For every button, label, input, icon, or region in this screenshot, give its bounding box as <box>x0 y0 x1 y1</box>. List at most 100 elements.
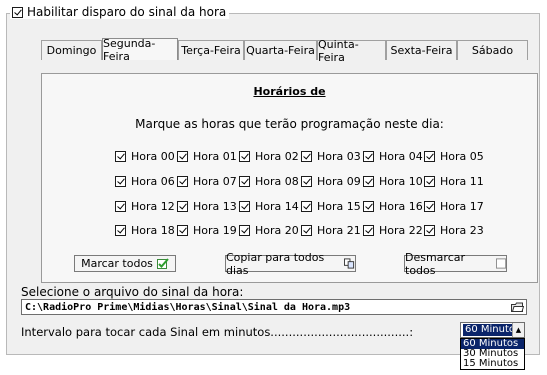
hour-label: Hora 09 <box>317 175 361 188</box>
hour-checkbox[interactable]: Hora 06 <box>115 175 175 188</box>
hour-checkbox[interactable]: Hora 00 <box>115 150 175 163</box>
tab-sexta-feira[interactable]: Sexta-Feira <box>386 40 457 60</box>
hour-checkbox[interactable]: Hora 16 <box>363 200 423 213</box>
tab-label: Quarta-Feira <box>246 44 315 57</box>
checkmark-icon <box>156 258 169 269</box>
hour-checkbox[interactable]: Hora 04 <box>363 150 423 163</box>
hour-checkbox-box[interactable] <box>177 201 188 212</box>
hour-checkbox-box[interactable] <box>424 151 435 162</box>
hour-checkbox[interactable]: Hora 12 <box>115 200 175 213</box>
empty-checkbox-icon <box>495 258 506 269</box>
hour-label: Hora 13 <box>193 200 237 213</box>
hour-checkbox-box[interactable] <box>301 225 312 236</box>
file-path-text: C:\RadioPro Prime\Midias\Horas\Sinal\Sin… <box>25 301 351 313</box>
file-path-field[interactable]: C:\RadioPro Prime\Midias\Horas\Sinal\Sin… <box>21 299 527 315</box>
enable-checkbox-box[interactable] <box>12 6 23 18</box>
panel-title: Horários de <box>253 85 326 98</box>
hour-checkbox[interactable]: Hora 05 <box>424 150 484 163</box>
tab-segunda-feira[interactable]: Segunda-Feira <box>102 36 178 63</box>
interval-dropdown-list: 60 Minutos 30 Minutos 15 Minutos <box>460 338 525 370</box>
hour-label: Hora 18 <box>131 224 175 237</box>
hour-checkbox-box[interactable] <box>363 151 374 162</box>
mark-all-button[interactable]: Marcar todos <box>74 255 176 272</box>
hour-checkbox[interactable]: Hora 22 <box>363 224 423 237</box>
hour-label: Hora 12 <box>131 200 175 213</box>
hour-checkbox[interactable]: Hora 03 <box>301 150 361 163</box>
interval-option[interactable]: 15 Minutos <box>461 359 524 369</box>
tab-terca-feira[interactable]: Terça-Feira <box>178 40 244 60</box>
hour-checkbox-box[interactable] <box>363 176 374 187</box>
copy-all-label: Copiar para todos dias <box>226 250 325 277</box>
tab-quarta-feira[interactable]: Quarta-Feira <box>244 40 317 60</box>
hour-checkbox[interactable]: Hora 18 <box>115 224 175 237</box>
unmark-all-button[interactable]: Desmarcar todos <box>404 251 507 277</box>
hour-checkbox-box[interactable] <box>239 201 250 212</box>
hour-checkbox-box[interactable] <box>424 176 435 187</box>
hour-checkbox[interactable]: Hora 10 <box>363 175 423 188</box>
hour-checkbox[interactable]: Hora 23 <box>424 224 484 237</box>
hour-checkbox-box[interactable] <box>239 225 250 236</box>
hour-checkbox-box[interactable] <box>177 225 188 236</box>
hour-checkbox-box[interactable] <box>177 151 188 162</box>
hour-label: Hora 05 <box>440 150 484 163</box>
tab-quinta-feira[interactable]: Quinta-Feira <box>317 38 386 64</box>
hour-label: Hora 22 <box>379 224 423 237</box>
hour-checkbox[interactable]: Hora 17 <box>424 200 484 213</box>
tab-label: Domingo <box>46 44 97 57</box>
hour-checkbox[interactable]: Hora 19 <box>177 224 237 237</box>
panel-instruction: Marque as horas que terão programação ne… <box>135 117 444 131</box>
hour-checkbox-box[interactable] <box>424 225 435 236</box>
hour-label: Hora 16 <box>379 200 423 213</box>
unmark-all-label: Desmarcar todos <box>405 250 466 277</box>
hour-checkbox-box[interactable] <box>363 201 374 212</box>
hour-label: Hora 23 <box>440 224 484 237</box>
hour-label: Hora 07 <box>193 175 237 188</box>
tab-label: Terça-Feira <box>181 44 241 57</box>
copy-icon <box>343 258 355 269</box>
hour-checkbox-box[interactable] <box>115 201 126 212</box>
hour-label: Hora 10 <box>379 175 423 188</box>
hour-checkbox[interactable]: Hora 07 <box>177 175 237 188</box>
hour-checkbox[interactable]: Hora 09 <box>301 175 361 188</box>
open-folder-icon[interactable] <box>511 301 524 313</box>
hour-label: Hora 01 <box>193 150 237 163</box>
hour-checkbox-box[interactable] <box>115 176 126 187</box>
weekday-tabs: Domingo Segunda-Feira Terça-Feira Quarta… <box>41 36 528 64</box>
enable-signal-checkbox[interactable]: Habilitar disparo do sinal da hora <box>10 5 230 19</box>
hour-checkbox-box[interactable] <box>177 176 188 187</box>
hour-label: Hora 04 <box>379 150 423 163</box>
hour-checkbox-box[interactable] <box>424 201 435 212</box>
hour-checkbox[interactable]: Hora 11 <box>424 175 484 188</box>
hour-checkbox-box[interactable] <box>301 151 312 162</box>
hour-checkbox[interactable]: Hora 14 <box>239 200 299 213</box>
hour-checkbox[interactable]: Hora 01 <box>177 150 237 163</box>
hour-checkbox[interactable]: Hora 08 <box>239 175 299 188</box>
hour-checkbox-box[interactable] <box>301 201 312 212</box>
hour-label: Hora 03 <box>317 150 361 163</box>
hour-checkbox[interactable]: Hora 15 <box>301 200 361 213</box>
hour-checkbox-box[interactable] <box>115 151 126 162</box>
tab-label: Sábado <box>471 44 514 57</box>
tab-sabado[interactable]: Sábado <box>457 40 528 60</box>
dropdown-arrow-icon[interactable]: ▲ <box>512 323 524 337</box>
hour-checkbox-box[interactable] <box>115 225 126 236</box>
copy-all-days-button[interactable]: Copiar para todos dias <box>225 251 356 277</box>
hour-checkbox[interactable]: Hora 20 <box>239 224 299 237</box>
hour-checkbox-box[interactable] <box>239 176 250 187</box>
hour-label: Hora 15 <box>317 200 361 213</box>
hour-label: Hora 11 <box>440 175 484 188</box>
mark-all-label: Marcar todos <box>81 257 153 270</box>
hour-checkbox-box[interactable] <box>239 151 250 162</box>
hour-checkbox[interactable]: Hora 02 <box>239 150 299 163</box>
hour-checkbox-box[interactable] <box>301 176 312 187</box>
hour-checkbox-box[interactable] <box>363 225 374 236</box>
hour-label: Hora 14 <box>255 200 299 213</box>
hour-label: Hora 00 <box>131 150 175 163</box>
hour-checkbox[interactable]: Hora 21 <box>301 224 361 237</box>
hour-label: Hora 20 <box>255 224 299 237</box>
interval-select[interactable]: 60 Minutos ▲ <box>460 322 525 338</box>
tab-label: Segunda-Feira <box>103 36 156 63</box>
hour-label: Hora 21 <box>317 224 361 237</box>
tab-domingo[interactable]: Domingo <box>41 40 102 60</box>
hour-checkbox[interactable]: Hora 13 <box>177 200 237 213</box>
